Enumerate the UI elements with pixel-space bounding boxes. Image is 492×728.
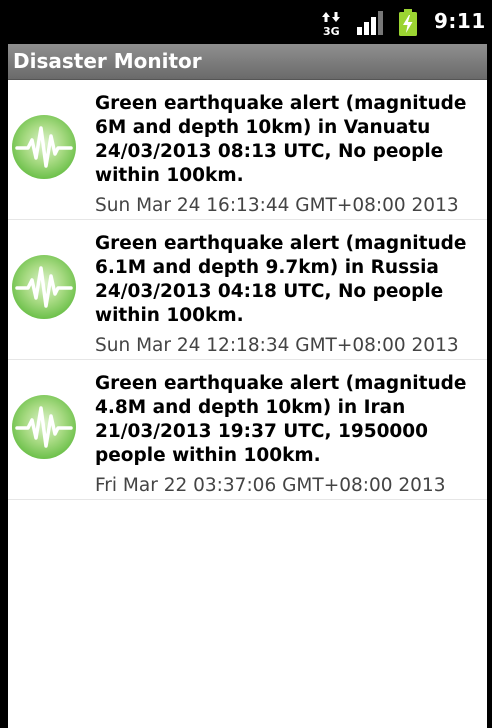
app-title: Disaster Monitor: [13, 49, 202, 73]
alert-list[interactable]: Green earthquake alert (magnitude 6M and…: [8, 80, 487, 500]
alert-item[interactable]: Green earthquake alert (magnitude 6M and…: [8, 80, 487, 220]
alert-item[interactable]: Green earthquake alert (magnitude 6.1M a…: [8, 220, 487, 360]
alert-item[interactable]: Green earthquake alert (magnitude 4.8M a…: [8, 360, 487, 500]
seismic-wave-icon: [12, 395, 76, 459]
battery-charging-icon: [399, 9, 417, 36]
data-arrows-icon: 3G: [322, 12, 340, 36]
seismic-wave-icon: [12, 115, 76, 179]
alert-timestamp: Fri Mar 22 03:37:06 GMT+08:00 2013: [95, 475, 446, 496]
clock: 9:11: [434, 9, 486, 33]
seismic-wave-icon: [12, 255, 76, 319]
alert-headline: Green earthquake alert (magnitude 6M and…: [95, 93, 467, 186]
network-type-label: 3G: [323, 25, 340, 36]
signal-icon: [357, 11, 383, 35]
status-bar: 3G 9:11: [0, 0, 492, 44]
alert-timestamp: Sun Mar 24 16:13:44 GMT+08:00 2013: [95, 195, 459, 216]
title-bar: Disaster Monitor: [8, 44, 487, 80]
alert-timestamp: Sun Mar 24 12:18:34 GMT+08:00 2013: [95, 335, 459, 356]
app-window: Disaster Monitor Green earthquake alert …: [8, 44, 487, 728]
alert-headline: Green earthquake alert (magnitude 6.1M a…: [95, 233, 467, 326]
alert-headline: Green earthquake alert (magnitude 4.8M a…: [95, 373, 467, 466]
